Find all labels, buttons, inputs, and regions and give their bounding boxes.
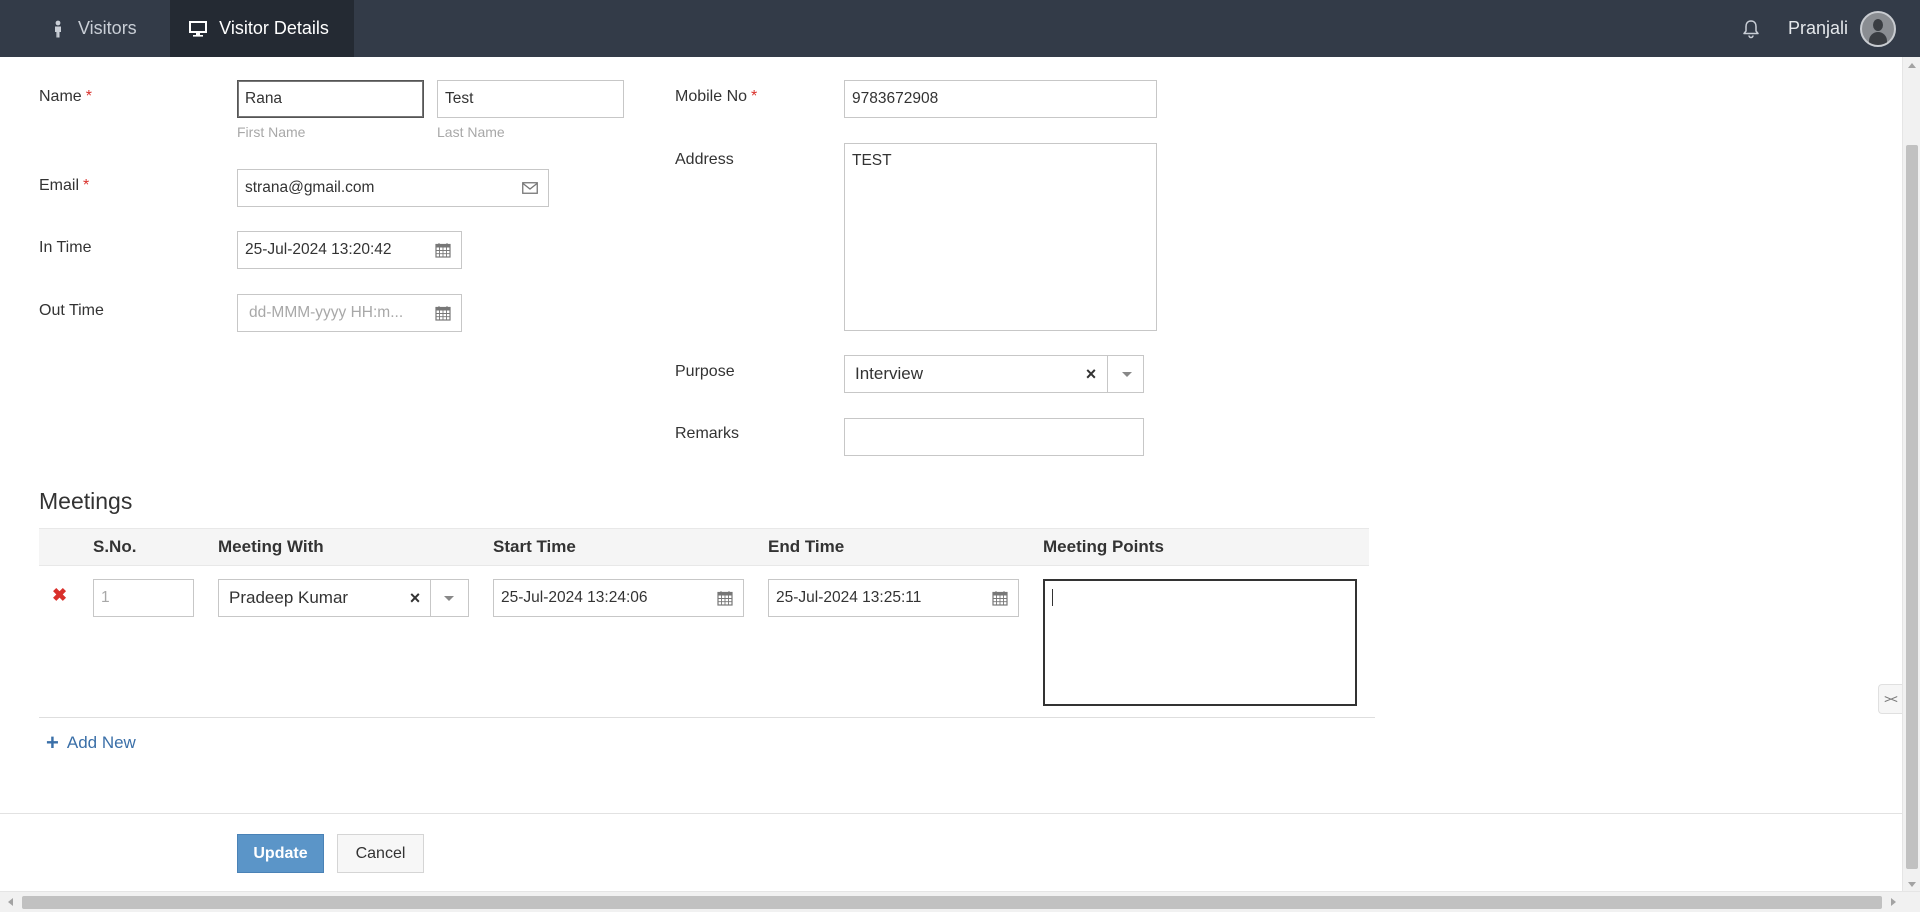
out-time-placeholder: dd-MMM-yyyy HH:m... xyxy=(249,304,404,321)
email-label: Email * xyxy=(39,177,89,195)
email-label-text: Email xyxy=(39,177,80,194)
in-time-input[interactable]: 25-Jul-2024 13:20:42 xyxy=(237,231,462,269)
scroll-right-icon[interactable] xyxy=(1891,898,1896,906)
name-label-text: Name xyxy=(39,88,82,105)
out-time-calendar-button[interactable] xyxy=(425,295,461,331)
last-name-hint: Last Name xyxy=(437,124,505,140)
mobile-label-text: Mobile No xyxy=(675,88,748,105)
start-time-calendar-button[interactable] xyxy=(707,580,743,616)
meeting-with-clear-icon[interactable]: × xyxy=(403,580,427,616)
horizontal-scrollbar[interactable] xyxy=(0,891,1920,912)
mobile-input[interactable]: 9783672908 xyxy=(844,80,1157,118)
table-divider xyxy=(39,717,1375,718)
required-mark: * xyxy=(751,88,758,105)
in-time-label: In Time xyxy=(39,239,92,256)
col-meeting-points: Meeting Points xyxy=(1043,537,1164,556)
out-time-label: Out Time xyxy=(39,302,104,319)
out-time-input[interactable]: dd-MMM-yyyy HH:m... xyxy=(237,294,462,332)
vertical-scroll-thumb[interactable] xyxy=(1906,145,1918,869)
user-area: Pranjali xyxy=(1742,0,1896,57)
first-name-hint: First Name xyxy=(237,124,306,140)
col-start-time: Start Time xyxy=(493,537,576,556)
footer-divider xyxy=(0,813,1902,814)
sno-input[interactable]: 1 xyxy=(93,579,194,617)
in-time-value: 25-Jul-2024 13:20:42 xyxy=(245,241,392,258)
tab-visitor-details-label: Visitor Details xyxy=(219,18,329,38)
panel-collapse-handle[interactable]: >< xyxy=(1878,684,1902,714)
start-time-value: 25-Jul-2024 13:24:06 xyxy=(501,589,648,606)
meeting-points-textarea[interactable] xyxy=(1043,579,1357,706)
plus-icon: + xyxy=(46,730,59,755)
tab-visitors[interactable]: Visitors xyxy=(50,0,168,57)
bell-icon[interactable] xyxy=(1742,19,1760,39)
meeting-with-value: Pradeep Kumar xyxy=(229,588,349,607)
add-new-button[interactable]: + Add New xyxy=(46,732,136,754)
first-name-input[interactable]: Rana xyxy=(237,80,424,118)
purpose-value: Interview xyxy=(855,364,924,383)
horizontal-scroll-thumb[interactable] xyxy=(22,896,1882,909)
vertical-scrollbar[interactable] xyxy=(1902,57,1920,891)
calendar-icon xyxy=(435,243,451,258)
select-divider xyxy=(1107,356,1108,392)
last-name-input[interactable]: Test xyxy=(437,80,624,118)
monitor-icon xyxy=(189,20,208,37)
user-name[interactable]: Pranjali xyxy=(1788,18,1848,39)
scroll-down-icon[interactable] xyxy=(1908,882,1916,887)
in-time-calendar-button[interactable] xyxy=(425,232,461,268)
name-label: Name * xyxy=(39,88,92,106)
address-textarea[interactable]: TEST xyxy=(844,143,1157,331)
end-time-input[interactable]: 25-Jul-2024 13:25:11 xyxy=(768,579,1019,617)
add-new-label: Add New xyxy=(66,733,136,752)
person-icon xyxy=(55,20,61,37)
start-time-input[interactable]: 25-Jul-2024 13:24:06 xyxy=(493,579,744,617)
calendar-icon xyxy=(435,306,451,321)
remarks-input[interactable] xyxy=(844,418,1144,456)
purpose-clear-icon[interactable]: × xyxy=(1079,356,1103,392)
email-button[interactable] xyxy=(511,169,549,207)
calendar-icon xyxy=(992,591,1008,606)
delete-row-icon[interactable]: ✖ xyxy=(52,585,67,606)
purpose-label: Purpose xyxy=(675,363,735,380)
scroll-up-icon[interactable] xyxy=(1908,63,1916,68)
purpose-select[interactable]: Interview × xyxy=(844,355,1144,393)
required-mark: * xyxy=(83,177,90,194)
scroll-left-icon[interactable] xyxy=(8,898,13,906)
col-end-time: End Time xyxy=(768,537,845,556)
end-time-value: 25-Jul-2024 13:25:11 xyxy=(776,589,922,606)
calendar-icon xyxy=(717,591,733,606)
end-time-calendar-button[interactable] xyxy=(982,580,1018,616)
col-meeting-with: Meeting With xyxy=(218,537,324,556)
update-button[interactable]: Update xyxy=(237,834,324,873)
meetings-title: Meetings xyxy=(39,488,133,514)
email-input[interactable]: strana@gmail.com xyxy=(237,169,512,207)
meeting-with-select[interactable]: Pradeep Kumar × xyxy=(218,579,469,617)
remarks-label: Remarks xyxy=(675,425,740,442)
chevron-down-icon[interactable] xyxy=(1122,372,1132,377)
cancel-button[interactable]: Cancel xyxy=(337,834,424,873)
top-nav-bar: Visitors Visitor Details Pranjali xyxy=(0,0,1920,57)
address-label: Address xyxy=(675,151,734,168)
chevron-down-icon[interactable] xyxy=(444,596,454,601)
select-divider xyxy=(430,580,431,616)
text-cursor xyxy=(1052,589,1053,607)
tab-visitor-details[interactable]: Visitor Details xyxy=(170,0,354,57)
avatar[interactable] xyxy=(1860,10,1896,47)
envelope-icon xyxy=(521,182,538,194)
meetings-table-header: S.No. Meeting With Start Time End Time M… xyxy=(39,528,1369,566)
col-sno: S.No. xyxy=(93,537,137,556)
mobile-label: Mobile No * xyxy=(675,88,757,106)
required-mark: * xyxy=(85,88,92,105)
tab-visitors-label: Visitors xyxy=(78,18,137,38)
